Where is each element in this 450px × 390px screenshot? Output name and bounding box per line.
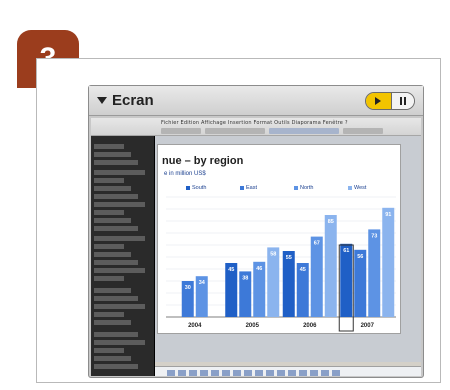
bar-value-label: 34 <box>199 280 206 286</box>
panel-row <box>94 226 138 231</box>
screen-title-label: Ecran <box>112 92 154 109</box>
panel-row <box>94 364 138 369</box>
bar-south-2007 <box>340 243 353 317</box>
panel-row <box>94 304 145 309</box>
bar-value-label: 56 <box>357 254 363 260</box>
slide-thumbnail[interactable] <box>244 370 252 376</box>
pause-icon-bar <box>403 97 406 105</box>
toolbar-strip <box>205 128 265 134</box>
play-icon <box>375 97 382 105</box>
toolbar-strip <box>161 128 201 134</box>
screenshot-app-window: Fichier Edition Affichage Insertion Form… <box>91 118 421 376</box>
bar-value-label: 61 <box>343 248 349 254</box>
pause-button[interactable] <box>390 93 414 109</box>
slide-thumbnail[interactable] <box>255 370 263 376</box>
category-label: 2005 <box>246 323 260 329</box>
overlay-side-panel <box>91 136 155 376</box>
slide-thumbnail[interactable] <box>277 370 285 376</box>
panel-row <box>94 236 145 241</box>
panel-row <box>94 320 131 325</box>
slide-area: nue – by region e in million US$ South E… <box>155 136 421 376</box>
panel-row <box>94 186 131 191</box>
panel-row <box>94 260 138 265</box>
panel-row <box>94 218 131 223</box>
panel-row <box>94 144 124 149</box>
panel-row <box>94 152 131 157</box>
pause-icon <box>399 97 402 105</box>
slide-thumbnail[interactable] <box>178 370 186 376</box>
slide-thumbnail[interactable] <box>266 370 274 376</box>
screen-title[interactable]: Ecran <box>97 92 154 109</box>
panel-row <box>94 348 124 353</box>
panel-row <box>94 340 145 345</box>
screen-panel: Ecran Fichier Edition Affichage Insertio… <box>88 85 424 378</box>
bar-west-2005 <box>267 247 280 317</box>
category-label: 2004 <box>188 323 202 329</box>
slide-thumbnail[interactable] <box>211 370 219 376</box>
category-label: 2006 <box>303 323 317 329</box>
toolbar-strip <box>269 128 339 134</box>
panel-row <box>94 332 138 337</box>
bar-value-label: 91 <box>385 212 391 218</box>
panel-row <box>94 312 124 317</box>
app-menu-bar: Fichier Edition Affichage Insertion Form… <box>161 120 348 126</box>
panel-row <box>94 160 138 165</box>
panel-row <box>94 194 138 199</box>
panel-row <box>94 252 131 257</box>
panel-row <box>94 170 145 175</box>
panel-row <box>94 268 145 273</box>
slide-thumbnail[interactable] <box>222 370 230 376</box>
slide-thumbnail[interactable] <box>167 370 175 376</box>
bar-value-label: 45 <box>300 267 306 273</box>
slide-thumbnail[interactable] <box>233 370 241 376</box>
slide-thumbnail[interactable] <box>288 370 296 376</box>
slide-thumbnail[interactable] <box>321 370 329 376</box>
bar-value-label: 67 <box>314 241 320 247</box>
panel-row <box>94 296 138 301</box>
slide-thumbnail[interactable] <box>200 370 208 376</box>
bar-north-2006 <box>310 236 323 317</box>
bar-value-label: 55 <box>286 255 292 261</box>
bar-value-label: 46 <box>256 266 262 272</box>
bar-value-label: 45 <box>228 267 234 273</box>
panel-row <box>94 288 131 293</box>
slide-thumbnail[interactable] <box>332 370 340 376</box>
collapse-triangle-icon[interactable] <box>97 97 107 104</box>
screen-header: Ecran <box>89 86 423 116</box>
panel-row <box>94 356 131 361</box>
slide-thumbnail[interactable] <box>299 370 307 376</box>
panel-row <box>94 244 124 249</box>
slide-thumbnail-strip <box>155 366 421 376</box>
slide-thumbnail[interactable] <box>310 370 318 376</box>
category-label: 2007 <box>361 323 375 329</box>
bar-west-2006 <box>324 215 337 317</box>
panel-row <box>94 202 145 207</box>
revenue-bar-chart: 30 34 2004 45 38 46 58 2005 55 45 67 85 2006 61 56 73 91… <box>166 196 396 332</box>
playback-controls <box>365 92 415 110</box>
slide-thumbnail[interactable] <box>189 370 197 376</box>
bar-value-label: 38 <box>242 275 248 281</box>
bar-value-label: 73 <box>371 233 377 239</box>
bar-west-2007 <box>382 207 395 317</box>
toolbar-strip <box>343 128 383 134</box>
bar-value-label: 58 <box>270 251 276 257</box>
bar-north-2007 <box>368 229 381 317</box>
panel-row <box>94 178 124 183</box>
bar-east-2007 <box>354 249 367 317</box>
panel-row <box>94 276 124 281</box>
bar-value-label: 30 <box>185 285 191 291</box>
play-button[interactable] <box>366 93 391 109</box>
slide: nue – by region e in million US$ South E… <box>157 144 401 334</box>
panel-row <box>94 210 124 215</box>
app-toolbar: Fichier Edition Affichage Insertion Form… <box>91 118 421 136</box>
bar-value-label: 85 <box>328 219 334 225</box>
